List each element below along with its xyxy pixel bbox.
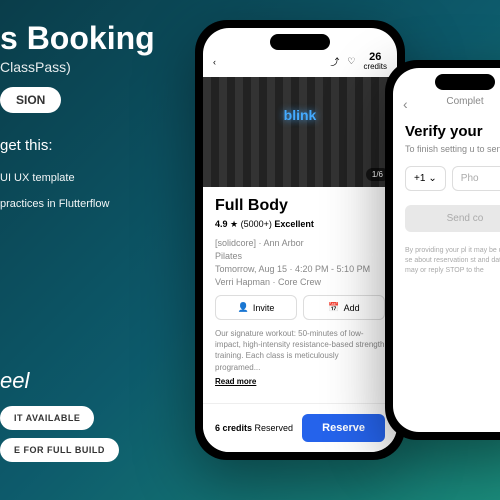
country-code-select[interactable]: +1⌄ (405, 166, 446, 191)
studio-neon-sign: blink (284, 107, 317, 123)
phone-notch (270, 34, 330, 50)
feature-item: UI UX template (0, 172, 180, 184)
instructor: Verri Hapman · Core Crew (215, 277, 385, 287)
class-title: Full Body (215, 197, 385, 215)
phone-mockup-2: ‹ Complet Verify your To finish setting … (385, 60, 500, 440)
kit-available-button[interactable]: IT AVAILABLE (0, 406, 94, 430)
back-icon[interactable]: ‹ (403, 96, 408, 112)
person-icon: 👤 (238, 302, 249, 313)
add-button[interactable]: 📅Add (303, 295, 385, 320)
phone-notch (435, 74, 495, 90)
phone-input[interactable]: Pho (452, 166, 500, 191)
version-pill: SION (0, 87, 61, 113)
class-time: Tomorrow, Aug 15 · 4:20 PM - 5:10 PM (215, 264, 385, 274)
class-description: Our signature workout: 50-minutes of low… (215, 328, 385, 373)
studio-location: [solidcore] · Ann Arbor (215, 238, 385, 248)
share-icon[interactable]: ⤴ (330, 55, 339, 68)
back-icon[interactable]: ‹ (213, 57, 216, 67)
send-code-button[interactable]: Send co (405, 205, 500, 232)
credits-badge: 26 credits (363, 52, 387, 71)
heart-icon[interactable]: ♡ (347, 56, 355, 67)
rating-row: 4.9 ★ (5000+) Excellent (215, 219, 385, 230)
read-more-link[interactable]: Read more (215, 377, 385, 386)
legal-text: By providing your pl it may be used to s… (393, 246, 500, 275)
verify-title: Verify your (393, 115, 500, 144)
get-this-heading: get this: (0, 137, 180, 154)
chevron-down-icon: ⌄ (428, 173, 436, 184)
screen-header: Complet (446, 96, 483, 107)
feature-item: practices in Flutterflow (0, 198, 180, 210)
full-build-button[interactable]: E FOR FULL BUILD (0, 438, 119, 462)
brand-logo: eel (0, 368, 119, 394)
product-subtitle: ClassPass) (0, 59, 180, 75)
class-hero-image[interactable]: blink 1/6 (203, 77, 397, 187)
calendar-icon: 📅 (328, 302, 339, 313)
product-title: s Booking (0, 20, 180, 57)
phone-mockup-1: ‹ ⤴ ♡ 26 credits blink 1/6 Full Body 4.9… (195, 20, 405, 460)
verify-subtitle: To finish setting u to send you (393, 144, 500, 166)
footer-credits: 6 credits Reserved (215, 423, 293, 433)
class-type: Pilates (215, 251, 385, 261)
reserve-button[interactable]: Reserve (302, 414, 385, 442)
invite-button[interactable]: 👤Invite (215, 295, 297, 320)
